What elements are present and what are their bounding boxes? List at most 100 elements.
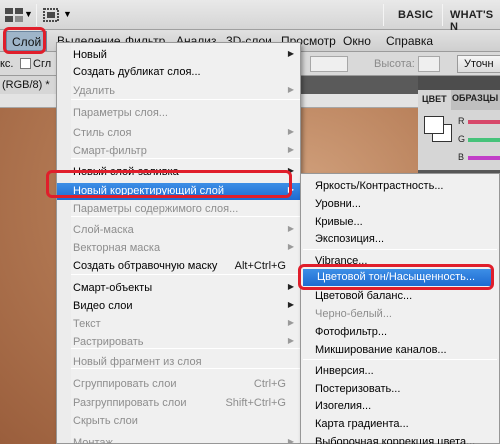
submenu-item-7[interactable]: Черно-белый... — [301, 306, 499, 323]
menu-item-0[interactable]: Новый ▶ — [57, 47, 300, 64]
screen-mode-icon[interactable] — [42, 6, 62, 24]
screen-mode-chevron-icon[interactable]: ▼ — [63, 9, 72, 27]
submenu-arrow-icon: ▶ — [287, 336, 294, 345]
menu-item-3[interactable]: Параметры слоя... — [57, 105, 300, 122]
submenu-item-13[interactable]: Карта градиента... — [301, 416, 499, 433]
submenu-item-0[interactable]: Яркость/Контрастность... — [301, 178, 499, 195]
submenu-item-label: Постеризовать... — [315, 383, 401, 395]
submenu-item-14[interactable]: Выборочная коррекция цвета... — [301, 434, 499, 444]
menu-item-shortcut: Shift+Ctrl+G — [225, 397, 286, 409]
width-field[interactable] — [310, 56, 348, 72]
antialias-checkbox[interactable] — [20, 58, 31, 69]
menu-item-13[interactable]: Видео слои ▶ — [57, 298, 300, 315]
submenu-arrow-icon: ▶ — [287, 85, 294, 94]
menu-item-label: Новый слой-заливка — [73, 166, 179, 178]
menu-item-label: Текст — [73, 318, 101, 330]
submenu-item-12[interactable]: Изогелия... — [301, 398, 499, 415]
document-tab[interactable]: (RGB/8) * — [0, 76, 60, 94]
menu-item-15[interactable]: Растрировать ▶ — [57, 334, 300, 351]
submenu-item-9[interactable]: Микширование каналов... — [301, 342, 499, 359]
submenu-item-1[interactable]: Уровни... — [301, 196, 499, 213]
submenu-item-label: Карта градиента... — [315, 418, 409, 430]
submenu-item-2[interactable]: Кривые... — [301, 214, 499, 231]
menu-item-label: Стиль слоя — [73, 127, 132, 139]
channel-g-label: G — [458, 134, 466, 144]
menu-item-label: Удалить — [73, 85, 115, 97]
submenu-item-11[interactable]: Постеризовать... — [301, 381, 499, 398]
submenu-item-6[interactable]: Цветовой баланс... — [301, 288, 499, 305]
menu-item-20[interactable]: Монтаж ▶ — [57, 435, 300, 444]
tab-swatches[interactable]: ОБРАЗЦЫ — [452, 93, 498, 103]
menu-item-19[interactable]: Скрыть слои — [57, 413, 300, 430]
submenu-item-5[interactable]: Цветовой тон/Насыщенность... — [303, 269, 493, 286]
menu-item-16[interactable]: Новый фрагмент из слоя — [57, 354, 300, 371]
menu-separator — [303, 359, 497, 360]
channel-b-slider[interactable] — [468, 156, 500, 160]
arrange-chevron-icon[interactable]: ▼ — [24, 9, 33, 27]
submenu-item-label: Микширование каналов... — [315, 344, 447, 356]
submenu-item-label: Черно-белый... — [315, 308, 392, 320]
submenu-arrow-icon: ▶ — [287, 437, 294, 444]
submenu-item-label: Цветовой тон/Насыщенность... — [317, 271, 476, 283]
menu-item-label: Смарт-объекты — [73, 282, 153, 294]
menu-item-12[interactable]: Смарт-объекты ▶ — [57, 280, 300, 297]
menu-item-10[interactable]: Векторная маска ▶ — [57, 240, 300, 257]
submenu-arrow-icon: ▶ — [287, 185, 294, 194]
menu-item-label: Создать обтравочную маску — [73, 260, 218, 272]
channel-g-slider[interactable] — [468, 138, 500, 142]
channel-b-label: B — [458, 152, 465, 162]
menu-window[interactable]: Окно — [343, 34, 371, 48]
workspace-basic-button[interactable]: BASIC — [398, 9, 433, 21]
arrange-documents-icon[interactable] — [4, 6, 26, 24]
menu-item-17[interactable]: Сгруппировать слои Ctrl+G — [57, 376, 300, 393]
height-field[interactable] — [418, 56, 440, 72]
menu-item-label: Новый фрагмент из слоя — [73, 356, 202, 368]
menu-item-label: Растрировать — [73, 336, 144, 348]
submenu-arrow-icon: ▶ — [287, 300, 294, 309]
refine-edge-button[interactable]: Уточн — [457, 55, 500, 73]
submenu-arrow-icon: ▶ — [287, 49, 294, 58]
menu-item-label: Создать дубликат слоя... — [73, 66, 201, 78]
menu-item-1[interactable]: Создать дубликат слоя... — [57, 64, 300, 81]
menu-item-4[interactable]: Стиль слоя ▶ — [57, 125, 300, 142]
menu-layer[interactable]: Слой — [6, 31, 48, 51]
menu-item-9[interactable]: Слой-маска ▶ — [57, 222, 300, 239]
divider — [442, 4, 443, 26]
foreground-color-swatch[interactable] — [424, 116, 444, 134]
menu-item-shortcut: Ctrl+G — [253, 378, 286, 390]
menu-help[interactable]: Справка — [386, 34, 433, 48]
submenu-item-label: Фотофильтр... — [315, 326, 388, 338]
tab-color[interactable]: ЦВЕТ — [418, 90, 451, 110]
application-bar: ▼ ▼ BASIC WHAT'S N — [0, 0, 500, 33]
menu-separator — [303, 249, 497, 250]
submenu-arrow-icon: ▶ — [287, 242, 294, 251]
submenu-item-label: Выборочная коррекция цвета... — [315, 436, 476, 444]
menu-item-2[interactable]: Удалить ▶ — [57, 83, 300, 100]
menu-item-5[interactable]: Смарт-фильтр ▶ — [57, 143, 300, 160]
submenu-item-label: Цветовой баланс... — [315, 290, 413, 302]
submenu-item-label: Инверсия... — [315, 365, 374, 377]
channel-r-slider[interactable] — [468, 120, 500, 124]
submenu-item-10[interactable]: Инверсия... — [301, 363, 499, 380]
submenu-arrow-icon: ▶ — [287, 282, 294, 291]
menu-item-6[interactable]: Новый слой-заливка ▶ — [57, 164, 300, 181]
layer-menu-dropdown: Новый ▶ Создать дубликат слоя... Удалить ▶ Па… — [56, 42, 301, 444]
menu-item-18[interactable]: Разгруппировать слои Shift+Ctrl+G — [57, 395, 300, 412]
submenu-item-label: Кривые... — [315, 216, 363, 228]
menu-item-label: Параметры содержимого слоя... — [73, 203, 239, 215]
submenu-arrow-icon: ▶ — [287, 318, 294, 327]
menu-item-7[interactable]: Новый корректирующий слой ▶ — [57, 183, 300, 200]
color-panel-tabs: ЦВЕТ ОБРАЗЦЫ — [418, 90, 500, 110]
submenu-item-4[interactable]: Vibrance... — [301, 253, 499, 270]
menu-item-11[interactable]: Создать обтравочную маску Alt+Ctrl+G — [57, 258, 300, 275]
submenu-arrow-icon: ▶ — [287, 127, 294, 136]
menu-item-label: Разгруппировать слои — [73, 397, 187, 409]
channel-r-label: R — [458, 116, 465, 126]
menu-item-label: Сгруппировать слои — [73, 378, 177, 390]
menu-item-14[interactable]: Текст ▶ — [57, 316, 300, 333]
submenu-item-8[interactable]: Фотофильтр... — [301, 324, 499, 341]
menu-item-8[interactable]: Параметры содержимого слоя... — [57, 201, 300, 218]
menu-item-label: Параметры слоя... — [73, 107, 168, 119]
submenu-item-3[interactable]: Экспозиция... — [301, 231, 499, 248]
submenu-item-label: Vibrance... — [315, 255, 368, 267]
